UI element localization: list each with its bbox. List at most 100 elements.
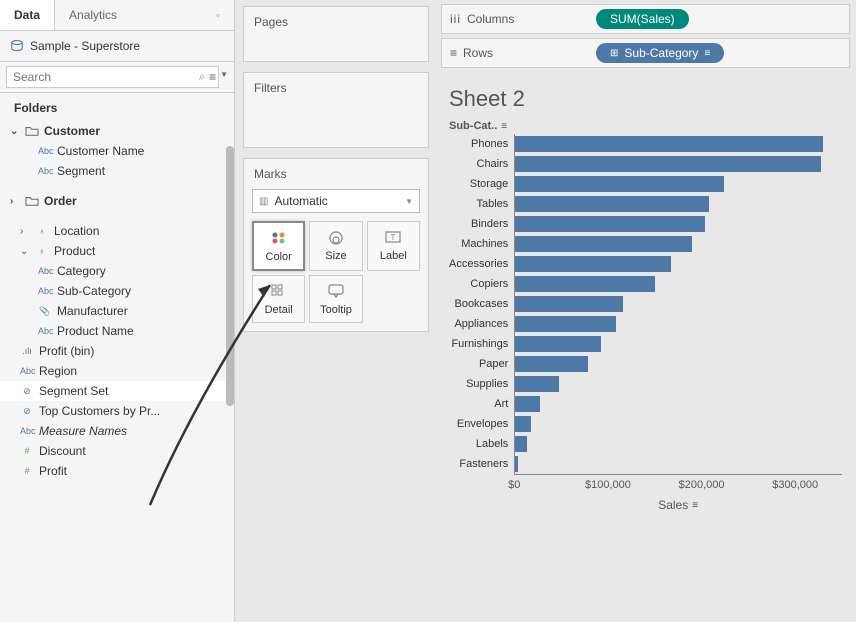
bar-row[interactable] — [515, 234, 842, 254]
abc-icon: Abc — [38, 146, 52, 156]
field-label: Product — [54, 244, 95, 258]
bar[interactable] — [515, 176, 724, 192]
field-segment[interactable]: AbcSegment — [0, 161, 234, 181]
y-tick-label: Labels — [449, 434, 508, 454]
field-sub-category[interactable]: AbcSub-Category — [0, 281, 234, 301]
marks-label[interactable]: T Label — [367, 221, 420, 271]
scrollbar[interactable] — [226, 146, 234, 406]
bar[interactable] — [515, 356, 588, 372]
folder-product[interactable]: ⌄♁Product — [0, 241, 234, 261]
bar-row[interactable] — [515, 434, 842, 454]
abc-icon: Abc — [20, 426, 34, 436]
marks-color-label: Color — [266, 251, 292, 263]
field-segment-set[interactable]: ⊘Segment Set — [0, 381, 234, 401]
folder-customer[interactable]: ⌄ Customer — [0, 121, 234, 141]
field-customer-name[interactable]: AbcCustomer Name — [0, 141, 234, 161]
bar[interactable] — [515, 236, 691, 252]
y-tick-label: Furnishings — [449, 334, 508, 354]
folder-order[interactable]: › Order — [0, 191, 234, 211]
field-profit[interactable]: #Profit — [0, 461, 234, 481]
columns-pill-label: SUM(Sales) — [610, 12, 675, 26]
bar[interactable] — [515, 436, 527, 452]
tab-analytics[interactable]: Analytics ◦ — [55, 0, 234, 30]
bar-row[interactable] — [515, 194, 842, 214]
bar-row[interactable] — [515, 314, 842, 334]
field-profit-bin[interactable]: .ılıProfit (bin) — [0, 341, 234, 361]
bar-row[interactable] — [515, 414, 842, 434]
filters-card[interactable]: Filters — [243, 72, 429, 148]
bar[interactable] — [515, 316, 616, 332]
x-tick-label: $200,000 — [679, 479, 725, 491]
abc-icon: Abc — [38, 326, 52, 336]
bar-row[interactable] — [515, 274, 842, 294]
field-product-name[interactable]: AbcProduct Name — [0, 321, 234, 341]
bar[interactable] — [515, 216, 704, 232]
columns-pill[interactable]: SUM(Sales) — [596, 9, 689, 29]
y-tick-label: Art — [449, 394, 508, 414]
bar[interactable] — [515, 396, 540, 412]
bar-row[interactable] — [515, 254, 842, 274]
bar-row[interactable] — [515, 334, 842, 354]
search-input[interactable] — [6, 66, 219, 88]
x-axis-label[interactable]: Sales≡ — [514, 498, 842, 512]
dropdown-icon[interactable]: ▼ — [220, 70, 228, 84]
bar[interactable] — [515, 276, 655, 292]
bar-row[interactable] — [515, 354, 842, 374]
marks-detail[interactable]: Detail — [252, 275, 305, 323]
bar[interactable] — [515, 456, 518, 472]
bar-row[interactable] — [515, 134, 842, 154]
bar[interactable] — [515, 196, 708, 212]
bar-row[interactable] — [515, 394, 842, 414]
field-manufacturer[interactable]: 📎Manufacturer — [0, 301, 234, 321]
rows-pill[interactable]: ⊞Sub-Category≡ — [596, 43, 724, 63]
marks-size[interactable]: Size — [309, 221, 362, 271]
viz-pane: iiiColumns SUM(Sales) ≡Rows ⊞Sub-Categor… — [435, 0, 856, 622]
field-measure-names[interactable]: AbcMeasure Names — [0, 421, 234, 441]
y-tick-label: Appliances — [449, 314, 508, 334]
bar[interactable] — [515, 376, 559, 392]
marks-tooltip[interactable]: Tooltip — [309, 275, 362, 323]
y-tick-label: Tables — [449, 194, 508, 214]
pages-card[interactable]: Pages — [243, 6, 429, 62]
search-icon[interactable]: ⌕ — [199, 71, 205, 84]
marks-header: Marks — [244, 159, 428, 189]
bar[interactable] — [515, 256, 671, 272]
marks-label-label: Label — [380, 250, 407, 262]
sort-icon: ≡ — [704, 48, 710, 59]
marks-card: Marks ▥Automatic ▼ Color Size T Label — [243, 158, 429, 332]
filters-header: Filters — [244, 73, 428, 103]
chart-bars[interactable] — [514, 134, 842, 474]
sheet-title[interactable]: Sheet 2 — [435, 76, 856, 116]
bar[interactable] — [515, 136, 823, 152]
bar-row[interactable] — [515, 154, 842, 174]
bar-row[interactable] — [515, 174, 842, 194]
bar[interactable] — [515, 336, 601, 352]
expand-icon: ⊞ — [610, 48, 618, 59]
view-list-icon[interactable]: ≡ — [209, 70, 216, 84]
field-top-customers[interactable]: ⊘Top Customers by Pr... — [0, 401, 234, 421]
bar[interactable] — [515, 156, 821, 172]
field-discount[interactable]: #Discount — [0, 441, 234, 461]
x-axis[interactable]: $0$100,000$200,000$300,000 — [514, 474, 842, 494]
bar[interactable] — [515, 416, 531, 432]
bin-icon: .ılı — [20, 346, 34, 356]
field-region[interactable]: AbcRegion — [0, 361, 234, 381]
field-category[interactable]: AbcCategory — [0, 261, 234, 281]
bar-row[interactable] — [515, 294, 842, 314]
tab-data[interactable]: Data — [0, 0, 55, 30]
datasource-row[interactable]: Sample - Superstore — [0, 31, 234, 61]
field-label: Discount — [39, 444, 86, 458]
columns-shelf[interactable]: iiiColumns SUM(Sales) — [441, 4, 850, 34]
y-axis-labels: PhonesChairsStorageTablesBindersMachines… — [449, 134, 514, 512]
y-tick-label: Fasteners — [449, 454, 508, 474]
rows-shelf[interactable]: ≡Rows ⊞Sub-Category≡ — [441, 38, 850, 68]
bar-row[interactable] — [515, 374, 842, 394]
chart-y-header[interactable]: Sub-Cat..≡ — [449, 120, 842, 132]
mark-type-select[interactable]: ▥Automatic ▼ — [252, 189, 420, 213]
field-location[interactable]: ›♁Location — [0, 221, 234, 241]
bar-row[interactable] — [515, 454, 842, 474]
marks-color[interactable]: Color — [252, 221, 305, 271]
tab-analytics-label: Analytics — [69, 8, 117, 22]
bar[interactable] — [515, 296, 622, 312]
bar-row[interactable] — [515, 214, 842, 234]
